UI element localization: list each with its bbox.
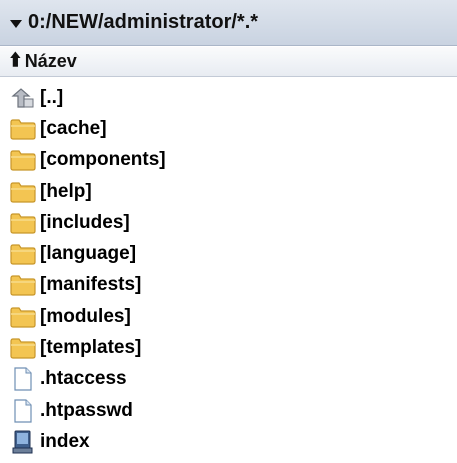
column-header-label: Název xyxy=(24,51,77,71)
file-panel: 0:/NEW/administrator/*.* 🠱 Název [..] [c… xyxy=(0,0,457,463)
entry-name: [templates] xyxy=(40,337,142,359)
path-bar[interactable]: 0:/NEW/administrator/*.* xyxy=(0,0,457,46)
list-item[interactable]: [manifests] xyxy=(0,270,457,301)
folder-icon xyxy=(10,336,36,360)
list-item[interactable]: [help] xyxy=(0,176,457,207)
entry-name: [help] xyxy=(40,180,92,202)
folder-icon xyxy=(10,273,36,297)
up-folder-icon xyxy=(10,86,36,110)
current-path: 0:/NEW/administrator/*.* xyxy=(28,11,259,33)
folder-icon xyxy=(10,117,36,141)
entry-name: [components] xyxy=(40,149,166,171)
folder-icon xyxy=(10,242,36,266)
file-list: [..] [cache] [components] [help] [includ… xyxy=(0,82,457,458)
file-icon xyxy=(10,399,36,423)
dropdown-arrow-icon[interactable] xyxy=(10,19,22,28)
entry-name: [includes] xyxy=(40,211,130,233)
folder-icon xyxy=(10,148,36,172)
entry-name: [modules] xyxy=(40,305,131,327)
list-item[interactable]: [..] xyxy=(0,82,457,113)
list-item[interactable]: [components] xyxy=(0,145,457,176)
folder-icon xyxy=(10,211,36,235)
list-item[interactable]: [templates] xyxy=(0,332,457,363)
entry-name: index xyxy=(40,430,90,452)
list-item[interactable]: [modules] xyxy=(0,301,457,332)
entry-name: [cache] xyxy=(40,117,107,139)
list-item[interactable]: [language] xyxy=(0,238,457,269)
list-item[interactable]: index xyxy=(0,426,457,457)
list-item[interactable]: [includes] xyxy=(0,207,457,238)
entry-name: [language] xyxy=(40,243,137,265)
list-item[interactable]: [cache] xyxy=(0,113,457,144)
sort-ascending-icon: 🠱 xyxy=(10,52,21,70)
column-header-name[interactable]: 🠱 Název xyxy=(0,47,457,77)
executable-icon xyxy=(10,430,36,454)
folder-icon xyxy=(10,305,36,329)
entry-name: .htpasswd xyxy=(40,399,133,421)
entry-name: [..] xyxy=(40,86,64,108)
list-item[interactable]: .htaccess xyxy=(0,364,457,395)
folder-icon xyxy=(10,180,36,204)
file-icon xyxy=(10,367,36,391)
list-item[interactable]: .htpasswd xyxy=(0,395,457,426)
entry-name: [manifests] xyxy=(40,274,142,296)
entry-name: .htaccess xyxy=(40,368,127,390)
